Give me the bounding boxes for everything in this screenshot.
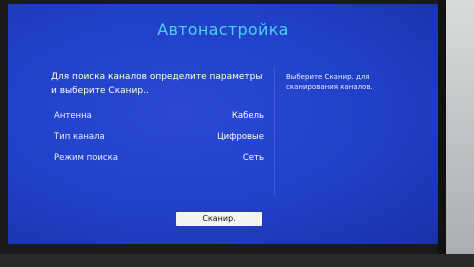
setting-value: Кабель <box>231 111 264 121</box>
auto-tuning-screen: Автонастройка Для поиска каналов определ… <box>8 4 438 244</box>
scan-button[interactable]: Сканир. <box>176 212 262 226</box>
setting-value: Сеть <box>242 153 264 163</box>
photo-scene: Автонастройка Для поиска каналов определ… <box>0 0 474 267</box>
setting-value: Цифровые <box>217 132 264 142</box>
tv-bottom-edge <box>0 254 474 267</box>
setting-row-channel-type[interactable]: Тип канала Цифровые <box>54 132 264 146</box>
setting-row-antenna[interactable]: Антенна Кабель <box>54 111 264 125</box>
page-title: Автонастройка <box>157 20 289 39</box>
instruction-text: Для поиска каналов определите параметры … <box>51 72 263 96</box>
setting-row-search-mode[interactable]: Режим поиска Сеть <box>54 153 264 167</box>
setting-label: Антенна <box>54 111 92 121</box>
panel-divider <box>274 66 275 196</box>
help-text: Выберите Сканир. для сканирования канало… <box>286 73 373 91</box>
setting-label: Режим поиска <box>54 153 118 163</box>
tv-side-edge <box>438 0 446 254</box>
setting-label: Тип канала <box>54 132 105 142</box>
